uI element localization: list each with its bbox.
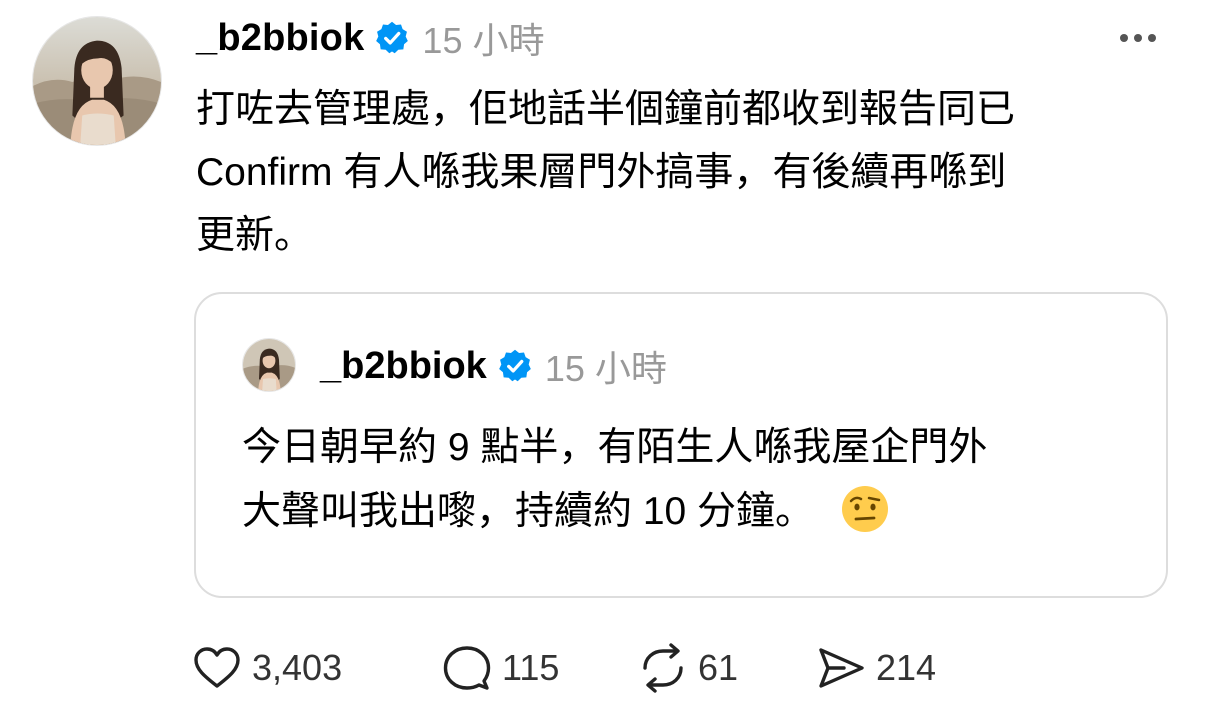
face-with-raised-eyebrow-emoji xyxy=(840,484,890,534)
verified-badge-icon xyxy=(497,348,533,384)
post-text-line: Confirm 有人喺我果層門外搞事，有後續再喺到 xyxy=(196,151,1007,194)
like-count: 3,403 xyxy=(252,647,343,688)
avatar[interactable] xyxy=(32,16,162,146)
post-text-line: 打咗去管理處，佢地話半個鐘前都收到報告同已 xyxy=(196,88,1016,131)
share-button[interactable]: 214 xyxy=(814,641,936,695)
quoted-post-body: 今日朝早約 9 點半，有陌生人喺我屋企門外 大聲叫我出嚟，持續約 10 分鐘。 xyxy=(242,416,1122,544)
quoted-text-line: 今日朝早約 9 點半，有陌生人喺我屋企門外 xyxy=(242,426,988,469)
comment-bubble-icon xyxy=(443,646,491,690)
reply-count: 115 xyxy=(502,647,560,688)
action-bar: 3,403 115 61 214 xyxy=(190,640,936,696)
post-header: _b2bbiok 15 小時 xyxy=(196,8,544,68)
more-dots-icon[interactable] xyxy=(1110,18,1166,58)
verified-badge-icon xyxy=(374,20,410,56)
quoted-avatar-image xyxy=(243,339,295,391)
quoted-avatar[interactable] xyxy=(242,338,296,392)
like-button[interactable]: 3,403 xyxy=(190,641,440,695)
avatar-image xyxy=(33,17,161,145)
quoted-post-timestamp: 15 小時 xyxy=(544,348,667,389)
repost-button[interactable]: 61 xyxy=(636,641,814,695)
post-body: 打咗去管理處，佢地話半個鐘前都收到報告同已 Confirm 有人喺我果層門外搞事… xyxy=(196,78,1156,267)
quoted-text-line: 大聲叫我出嚟，持續約 10 分鐘。 xyxy=(242,490,815,533)
post-container: _b2bbiok 15 小時 打咗去管理處，佢地話半個鐘前都收到報告同已 Con… xyxy=(0,0,1206,720)
repost-icon xyxy=(643,643,683,693)
username[interactable]: _b2bbiok xyxy=(196,17,364,60)
share-count: 214 xyxy=(876,647,937,688)
heart-icon xyxy=(194,647,240,688)
post-timestamp: 15 小時 xyxy=(422,20,545,61)
quoted-post-header: _b2bbiok 15 小時 xyxy=(320,336,667,396)
send-icon xyxy=(819,648,864,688)
quoted-username[interactable]: _b2bbiok xyxy=(320,345,487,388)
quoted-text-line-with-emoji: 大聲叫我出嚟，持續約 10 分鐘。 xyxy=(242,480,1122,544)
quoted-post-card[interactable]: _b2bbiok 15 小時 今日朝早約 9 點半，有陌生人喺我屋企門外 大聲叫… xyxy=(194,292,1168,598)
reply-button[interactable]: 115 xyxy=(440,641,636,695)
repost-count: 61 xyxy=(698,647,739,688)
post-text-line: 更新。 xyxy=(196,214,314,257)
